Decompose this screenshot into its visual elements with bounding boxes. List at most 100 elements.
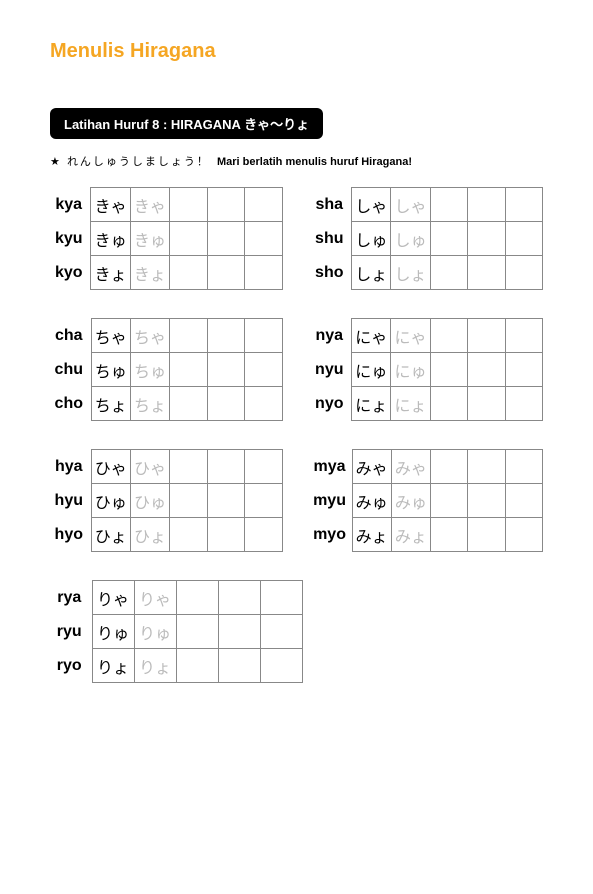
practice-table: kyaきゃきゃkyuきゅきゅkyoきょきょ: [50, 187, 283, 290]
practice-table: ryaりゃりゃryuりゅりゅryoりょりょ: [50, 580, 303, 683]
romaji-label: nyo: [311, 387, 352, 421]
hiragana-char: しょ: [352, 256, 391, 290]
hiragana-char: みゃ: [352, 450, 391, 484]
table-pair-row: ryaりゃりゃryuりゅりゅryoりょりょ: [50, 580, 543, 683]
practice-cell[interactable]: [505, 387, 542, 421]
practice-cell[interactable]: [207, 222, 244, 256]
practice-cell[interactable]: [170, 484, 207, 518]
practice-cell[interactable]: [505, 222, 542, 256]
practice-cell[interactable]: [468, 353, 505, 387]
practice-cell[interactable]: [244, 188, 282, 222]
romaji-label: ryo: [50, 649, 92, 683]
practice-cell[interactable]: [430, 353, 467, 387]
practice-cell[interactable]: [244, 256, 282, 290]
practice-cell[interactable]: [207, 484, 244, 518]
practice-cell[interactable]: [430, 222, 467, 256]
practice-cell[interactable]: [505, 484, 542, 518]
practice-cell[interactable]: [468, 450, 505, 484]
practice-cell[interactable]: [431, 518, 468, 552]
practice-cell[interactable]: [431, 450, 468, 484]
table-row: hyaひゃひゃ: [50, 450, 282, 484]
practice-cell[interactable]: [170, 450, 207, 484]
practice-cell[interactable]: [176, 649, 218, 683]
hiragana-trace: りゅ: [134, 615, 176, 649]
practice-cell[interactable]: [176, 581, 218, 615]
practice-cell[interactable]: [207, 319, 244, 353]
hiragana-char: ちゅ: [91, 353, 130, 387]
practice-cell[interactable]: [245, 484, 282, 518]
table-row: kyaきゃきゃ: [50, 188, 282, 222]
practice-cell[interactable]: [207, 387, 244, 421]
practice-cell[interactable]: [170, 222, 207, 256]
hiragana-trace: ちゅ: [130, 353, 169, 387]
practice-cell[interactable]: [207, 518, 244, 552]
table-row: myaみゃみゃ: [311, 450, 543, 484]
hiragana-char: ひゅ: [91, 484, 130, 518]
practice-cell[interactable]: [468, 387, 505, 421]
practice-cell[interactable]: [505, 256, 542, 290]
hiragana-trace: にょ: [391, 387, 430, 421]
practice-cell[interactable]: [207, 450, 244, 484]
practice-cell[interactable]: [468, 319, 505, 353]
practice-cell[interactable]: [260, 615, 302, 649]
practice-cell[interactable]: [430, 387, 467, 421]
practice-cell[interactable]: [505, 188, 542, 222]
practice-cell[interactable]: [170, 319, 207, 353]
table-row: hyoひょひょ: [50, 518, 282, 552]
practice-cell[interactable]: [218, 581, 260, 615]
practice-cell[interactable]: [431, 484, 468, 518]
hiragana-char: りゃ: [92, 581, 134, 615]
practice-cell[interactable]: [245, 450, 282, 484]
practice-cell[interactable]: [468, 188, 505, 222]
table-row: nyoにょにょ: [311, 387, 543, 421]
practice-cell[interactable]: [505, 450, 542, 484]
practice-cell[interactable]: [170, 353, 207, 387]
hiragana-trace: ちょ: [130, 387, 169, 421]
practice-cell[interactable]: [430, 319, 467, 353]
table-row: hyuひゅひゅ: [50, 484, 282, 518]
practice-cell[interactable]: [245, 319, 282, 353]
table-row: shuしゅしゅ: [311, 222, 543, 256]
practice-table: shaしゃしゃshuしゅしゅshoしょしょ: [311, 187, 544, 290]
practice-table: myaみゃみゃmyuみゅみゅmyoみょみょ: [311, 449, 544, 552]
practice-cell[interactable]: [245, 518, 282, 552]
hiragana-trace: ひゃ: [130, 450, 169, 484]
practice-cell[interactable]: [260, 581, 302, 615]
practice-cell[interactable]: [468, 256, 505, 290]
practice-cell[interactable]: [430, 256, 467, 290]
practice-cell[interactable]: [468, 518, 505, 552]
hiragana-trace: ひゅ: [130, 484, 169, 518]
practice-cell[interactable]: [170, 188, 207, 222]
practice-cell[interactable]: [176, 615, 218, 649]
practice-cell[interactable]: [468, 484, 505, 518]
romaji-label: chu: [50, 353, 91, 387]
practice-cell[interactable]: [430, 188, 467, 222]
practice-cell[interactable]: [245, 353, 282, 387]
hiragana-trace: にゅ: [391, 353, 430, 387]
practice-cell[interactable]: [170, 518, 207, 552]
practice-cell[interactable]: [505, 319, 542, 353]
hiragana-trace: みゅ: [391, 484, 430, 518]
table-pair-row: kyaきゃきゃkyuきゅきゅkyoきょきょ shaしゃしゃshuしゅしゅshoしょ…: [50, 187, 543, 290]
practice-cell[interactable]: [170, 387, 207, 421]
practice-cell[interactable]: [218, 649, 260, 683]
hiragana-char: ひゃ: [91, 450, 130, 484]
practice-cell[interactable]: [245, 387, 282, 421]
practice-cell[interactable]: [207, 353, 244, 387]
practice-cell[interactable]: [468, 222, 505, 256]
table-row: nyaにゃにゃ: [311, 319, 543, 353]
practice-cell[interactable]: [207, 256, 244, 290]
table-row: chuちゅちゅ: [50, 353, 282, 387]
table-pair-row: hyaひゃひゃhyuひゅひゅhyoひょひょ myaみゃみゃmyuみゅみゅmyoみょ…: [50, 449, 543, 552]
practice-cell[interactable]: [170, 256, 207, 290]
hiragana-char: きゃ: [91, 188, 130, 222]
table-row: ryoりょりょ: [50, 649, 302, 683]
practice-cell[interactable]: [505, 353, 542, 387]
table-row: ryaりゃりゃ: [50, 581, 302, 615]
practice-cell[interactable]: [207, 188, 244, 222]
practice-cell[interactable]: [218, 615, 260, 649]
practice-cell[interactable]: [260, 649, 302, 683]
practice-cell[interactable]: [505, 518, 542, 552]
practice-cell[interactable]: [244, 222, 282, 256]
hiragana-trace: みゃ: [391, 450, 430, 484]
